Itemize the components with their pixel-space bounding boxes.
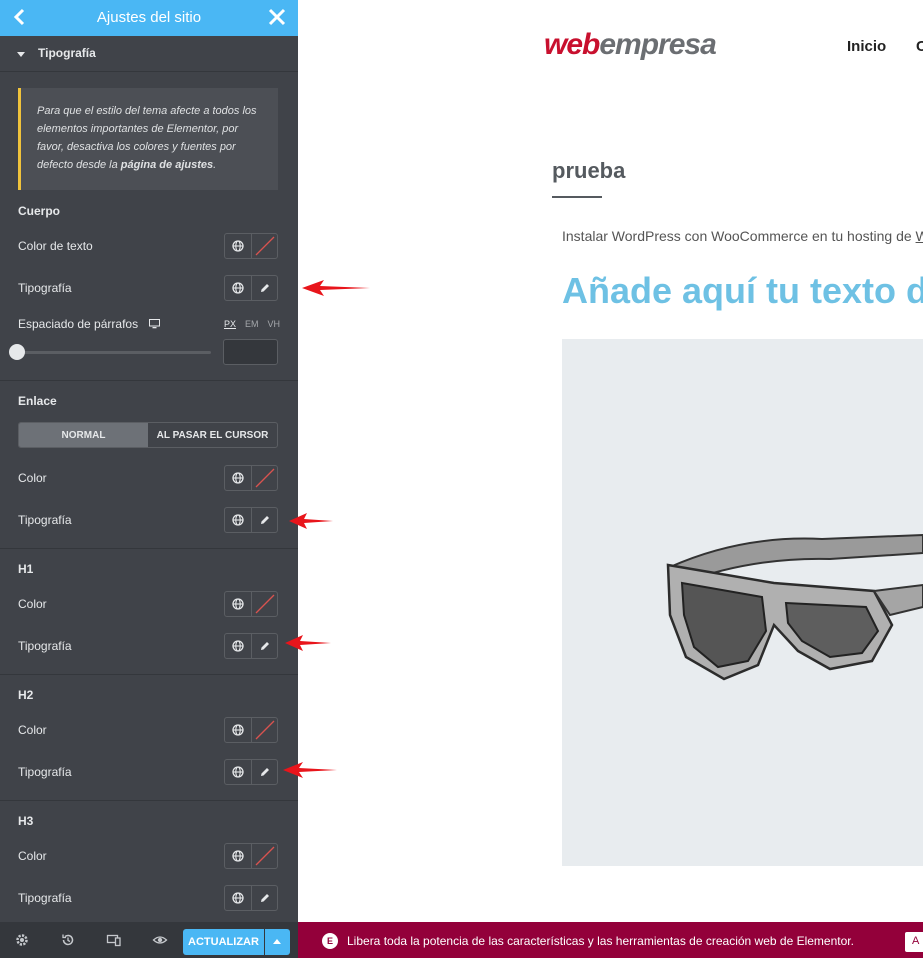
link-color-control	[224, 465, 278, 491]
h3-color-label: Color	[18, 849, 47, 863]
h2-color-label: Color	[18, 723, 47, 737]
color-picker-swatch[interactable]	[251, 592, 277, 616]
h1-color-control	[224, 591, 278, 617]
nav-item-inicio[interactable]: Inicio	[847, 38, 886, 55]
post-title: prueba	[552, 158, 626, 183]
h2-color-control	[224, 717, 278, 743]
paragraph-spacing-slider[interactable]	[18, 351, 211, 354]
h1-typography-label: Tipografía	[18, 639, 72, 653]
pencil-edit-icon[interactable]	[251, 760, 277, 784]
banner-action-button[interactable]: A	[905, 932, 923, 952]
link-color-label: Color	[18, 471, 47, 485]
body-text-color-label: Color de texto	[18, 239, 93, 253]
caret-down-icon	[17, 52, 25, 57]
annotation-arrow	[283, 762, 337, 778]
title-underline	[552, 196, 602, 198]
global-icon[interactable]	[225, 718, 251, 742]
h3-typography-control	[224, 885, 278, 911]
annotation-arrow	[302, 280, 370, 296]
tab-hover[interactable]: AL PASAR EL CURSOR	[148, 423, 277, 447]
sunglasses-image	[666, 533, 923, 681]
gear-icon[interactable]	[14, 932, 30, 948]
notice-end: .	[213, 159, 217, 171]
unit-vh[interactable]: VH	[268, 319, 281, 329]
history-icon[interactable]	[60, 932, 76, 948]
h2-group-title: H2	[18, 688, 34, 702]
global-icon[interactable]	[225, 466, 251, 490]
link-typography-label: Tipografía	[18, 513, 72, 527]
slider-handle[interactable]	[9, 344, 25, 360]
banner-text: Libera toda la potencia de las caracterí…	[347, 934, 854, 948]
pencil-edit-icon[interactable]	[251, 276, 277, 300]
color-picker-swatch[interactable]	[251, 234, 277, 258]
divider	[0, 674, 298, 675]
page-preview: webempresa Inicio C prueba Instalar Word…	[298, 0, 923, 922]
h2-typography-control	[224, 759, 278, 785]
color-picker-swatch[interactable]	[251, 844, 277, 868]
color-picker-swatch[interactable]	[251, 718, 277, 742]
global-icon[interactable]	[225, 760, 251, 784]
unit-px[interactable]: PX	[224, 319, 236, 329]
h3-typography-label: Tipografía	[18, 891, 72, 905]
pencil-edit-icon[interactable]	[251, 886, 277, 910]
image-widget[interactable]	[562, 339, 923, 866]
excerpt-link[interactable]: W	[916, 228, 923, 244]
h1-color-label: Color	[18, 597, 47, 611]
close-icon[interactable]	[266, 6, 288, 28]
tab-normal[interactable]: NORMAL	[19, 423, 148, 447]
h3-color-control	[224, 843, 278, 869]
section-title: Tipografía	[38, 46, 96, 60]
panel-title: Ajustes del sitio	[96, 9, 202, 26]
global-icon[interactable]	[225, 886, 251, 910]
body-typography-control	[224, 275, 278, 301]
site-logo[interactable]: webempresa	[544, 28, 717, 62]
color-picker-swatch[interactable]	[251, 466, 277, 490]
body-text-color-control	[224, 233, 278, 259]
section-typography-toggle[interactable]: Tipografía	[0, 36, 298, 72]
global-icon[interactable]	[225, 234, 251, 258]
annotation-arrow	[285, 635, 331, 651]
link-state-tabs: NORMAL AL PASAR EL CURSOR	[18, 422, 278, 448]
elementor-logo-icon: E	[322, 933, 338, 949]
h1-typography-control	[224, 633, 278, 659]
post-excerpt: Instalar WordPress con WooCommerce en tu…	[562, 228, 923, 244]
h3-group-title: H3	[18, 814, 34, 828]
promo-banner: E Libera toda la potencia de las caracte…	[298, 922, 923, 958]
heading-widget[interactable]: Añade aquí tu texto de	[562, 270, 923, 312]
global-icon[interactable]	[225, 592, 251, 616]
settings-page-link[interactable]: página de ajustes	[121, 159, 213, 171]
divider	[0, 800, 298, 801]
desktop-icon[interactable]	[149, 319, 161, 329]
global-icon[interactable]	[225, 634, 251, 658]
app-window: Ajustes del sitio Tipografía Para que el…	[0, 0, 923, 958]
eye-preview-icon[interactable]	[152, 932, 168, 948]
unit-selector: PX EM VH	[224, 319, 280, 329]
divider	[0, 548, 298, 549]
global-icon[interactable]	[225, 508, 251, 532]
update-button[interactable]: ACTUALIZAR	[183, 929, 264, 955]
unit-em[interactable]: EM	[245, 319, 259, 329]
pencil-edit-icon[interactable]	[251, 508, 277, 532]
h1-group-title: H1	[18, 562, 34, 576]
update-options-button[interactable]	[265, 929, 290, 955]
responsive-mode-icon[interactable]	[106, 932, 122, 948]
annotation-arrow	[289, 513, 333, 529]
body-typography-label: Tipografía	[18, 281, 72, 295]
body-group-title: Cuerpo	[18, 204, 60, 218]
nav-item-next[interactable]: C	[916, 38, 923, 55]
h2-typography-label: Tipografía	[18, 765, 72, 779]
panel-header: Ajustes del sitio	[0, 0, 298, 36]
paragraph-spacing-label: Espaciado de párrafos	[18, 317, 161, 331]
global-icon[interactable]	[225, 276, 251, 300]
link-group-title: Enlace	[18, 394, 57, 408]
site-settings-panel: Ajustes del sitio Tipografía Para que el…	[0, 0, 298, 958]
link-typography-control	[224, 507, 278, 533]
divider	[0, 380, 298, 381]
paragraph-spacing-input[interactable]	[223, 339, 278, 365]
theme-style-notice: Para que el estilo del tema afecte a tod…	[18, 88, 278, 190]
pencil-edit-icon[interactable]	[251, 634, 277, 658]
global-icon[interactable]	[225, 844, 251, 868]
